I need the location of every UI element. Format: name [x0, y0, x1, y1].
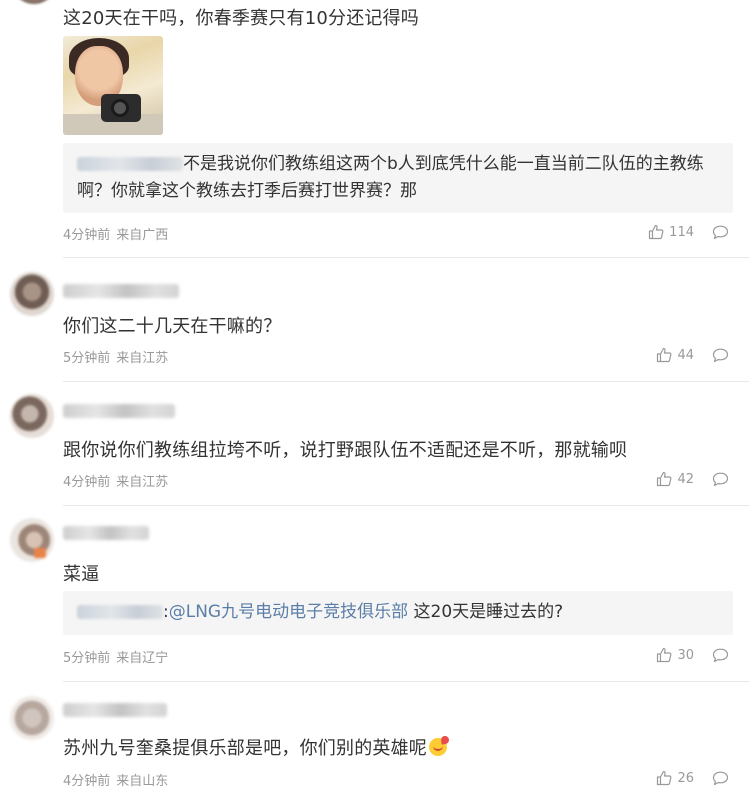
comment-text-body: 苏州九号奎桑提俱乐部是吧，你们别的英雄呢	[63, 738, 427, 759]
avatar[interactable]	[10, 696, 54, 740]
comment-actions: 42	[656, 471, 729, 487]
comment-meta: 4分钟前 来自江苏	[63, 471, 174, 490]
quoted-text: 不是我说你们教练组这两个b人到底凭什么能一直当前二队伍的主教练	[183, 154, 704, 174]
comment-bubble-icon[interactable]	[712, 472, 729, 487]
thumbs-up-icon[interactable]	[656, 347, 672, 363]
comment-location: 来自广西	[116, 228, 169, 243]
comment-actions: 114	[648, 224, 729, 240]
avatar[interactable]	[10, 272, 54, 316]
comment-text: 菜逼	[63, 564, 100, 585]
comment-location: 来自山东	[116, 774, 169, 789]
comment-bubble-icon[interactable]	[712, 348, 729, 363]
comment-item: 苏州九号奎桑提俱乐部是吧，你们别的英雄呢 4分钟前 来自山东 26	[0, 682, 749, 799]
comment-time: 4分钟前	[63, 774, 111, 789]
like-count: 114	[669, 224, 694, 240]
thumbs-up-icon[interactable]	[656, 647, 672, 663]
comment-image[interactable]	[63, 36, 163, 135]
comment-actions: 44	[656, 347, 729, 363]
comment-text: 苏州九号奎桑提俱乐部是吧，你们别的英雄呢	[63, 734, 447, 760]
like-count: 42	[677, 471, 694, 487]
comment-time: 5分钟前	[63, 351, 111, 366]
comment-meta: 5分钟前 来自辽宁	[63, 647, 174, 666]
mention-link[interactable]: @LNG九号电动电子竞技俱乐部	[169, 602, 408, 622]
comment-time: 4分钟前	[63, 475, 111, 490]
reply-quote[interactable]: 不是我说你们教练组这两个b人到底凭什么能一直当前二队伍的主教练 啊？你就拿这个教…	[63, 143, 733, 213]
quoted-text-line2: 啊？你就拿这个教练去打季后赛打世界赛？那	[77, 181, 417, 201]
comment-actions: 30	[656, 647, 729, 663]
comment-bubble-icon[interactable]	[712, 771, 729, 786]
comment-location: 来自江苏	[116, 351, 169, 366]
like-count: 30	[677, 647, 694, 663]
comment-meta: 5分钟前 来自江苏	[63, 347, 174, 366]
comment-item: 这20天在干吗，你春季赛只有10分还记得吗 不是我说你们教练组这两个b人到底凭什…	[0, 0, 749, 258]
quoted-text: 这20天是睡过去的?	[408, 602, 564, 622]
reply-quote[interactable]: :@LNG九号电动电子竞技俱乐部 这20天是睡过去的?	[63, 591, 733, 635]
thumbs-up-icon[interactable]	[656, 471, 672, 487]
comment-location: 来自江苏	[116, 475, 169, 490]
avatar[interactable]	[14, 0, 54, 4]
comment-item: 菜逼 :@LNG九号电动电子竞技俱乐部 这20天是睡过去的? 5分钟前 来自辽宁 …	[0, 506, 749, 682]
username[interactable]	[63, 284, 179, 298]
username[interactable]	[63, 526, 149, 540]
comment-actions: 26	[656, 770, 729, 786]
comment-text: 你们这二十几天在干嘛的？	[63, 316, 282, 337]
username[interactable]	[63, 703, 167, 717]
comment-bubble-icon[interactable]	[712, 225, 729, 240]
like-count: 26	[677, 770, 694, 786]
quoted-username[interactable]	[77, 157, 183, 171]
comment-meta: 4分钟前 来自山东	[63, 770, 174, 789]
quoted-username[interactable]	[77, 605, 163, 619]
thumbs-up-icon[interactable]	[648, 224, 664, 240]
username[interactable]	[63, 404, 175, 418]
comment-text: 这20天在干吗，你春季赛只有10分还记得吗	[63, 8, 420, 29]
comment-text: 跟你说你们教练组拉垮不听，说打野跟队伍不适配还是不听，那就输呗	[63, 440, 628, 461]
avatar[interactable]	[10, 394, 54, 438]
comment-item: 你们这二十几天在干嘛的？ 5分钟前 来自江苏 44	[0, 258, 749, 382]
comment-time: 5分钟前	[63, 651, 111, 666]
like-count: 44	[677, 347, 694, 363]
comment-item: 跟你说你们教练组拉垮不听，说打野跟队伍不适配还是不听，那就输呗 4分钟前 来自江苏…	[0, 382, 749, 506]
comment-location: 来自辽宁	[116, 651, 169, 666]
avatar[interactable]	[10, 518, 54, 562]
comment-bubble-icon[interactable]	[712, 648, 729, 663]
comment-meta: 4分钟前 来自广西	[63, 224, 174, 243]
comment-time: 4分钟前	[63, 228, 111, 243]
heart-kiss-emoji-icon	[429, 738, 447, 756]
thumbs-up-icon[interactable]	[656, 770, 672, 786]
